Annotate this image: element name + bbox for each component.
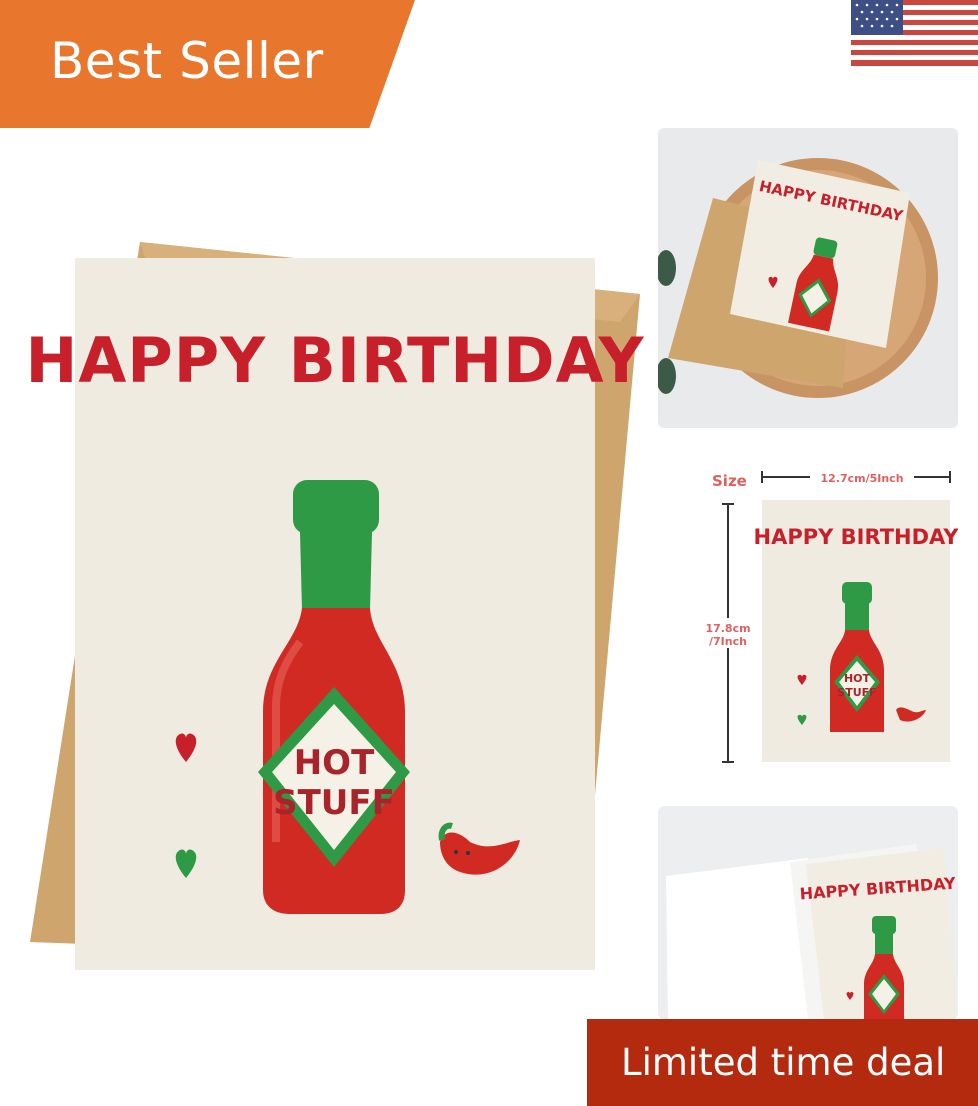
bottle-label-line2: STUFF [273, 783, 395, 823]
us-flag-icon [851, 0, 978, 66]
best-seller-label: Best Seller [50, 32, 324, 90]
limited-time-deal-badge: Limited time deal [587, 1019, 978, 1106]
size-label: Size [712, 472, 747, 490]
bottle-label-line1: HOT [294, 743, 375, 783]
thumbnail-1[interactable]: HAPPY BIRTHDAY [658, 128, 958, 428]
card-title: HAPPY BIRTHDAY [25, 324, 644, 397]
height-label-line2: /7Inch [709, 635, 747, 648]
height-label-line1: 17.8cm [705, 622, 750, 635]
thumbnail-size-chart[interactable]: Size 12.7cm/5Inch 17.8cm /7Inch HAPPY BI… [700, 460, 958, 770]
limited-deal-label: Limited time deal [621, 1041, 946, 1084]
best-seller-badge: Best Seller [0, 0, 415, 128]
thumbnail-3[interactable]: HAPPY BIRTHDAY [658, 806, 958, 1019]
svg-text:HOT: HOT [844, 672, 871, 685]
width-label: 12.7cm/5Inch [820, 472, 903, 485]
main-product-image[interactable]: HAPPY BIRTHDAY HOT STUFF [0, 242, 660, 994]
svg-text:STUFF: STUFF [837, 686, 876, 699]
svg-text:HAPPY BIRTHDAY: HAPPY BIRTHDAY [754, 525, 958, 549]
